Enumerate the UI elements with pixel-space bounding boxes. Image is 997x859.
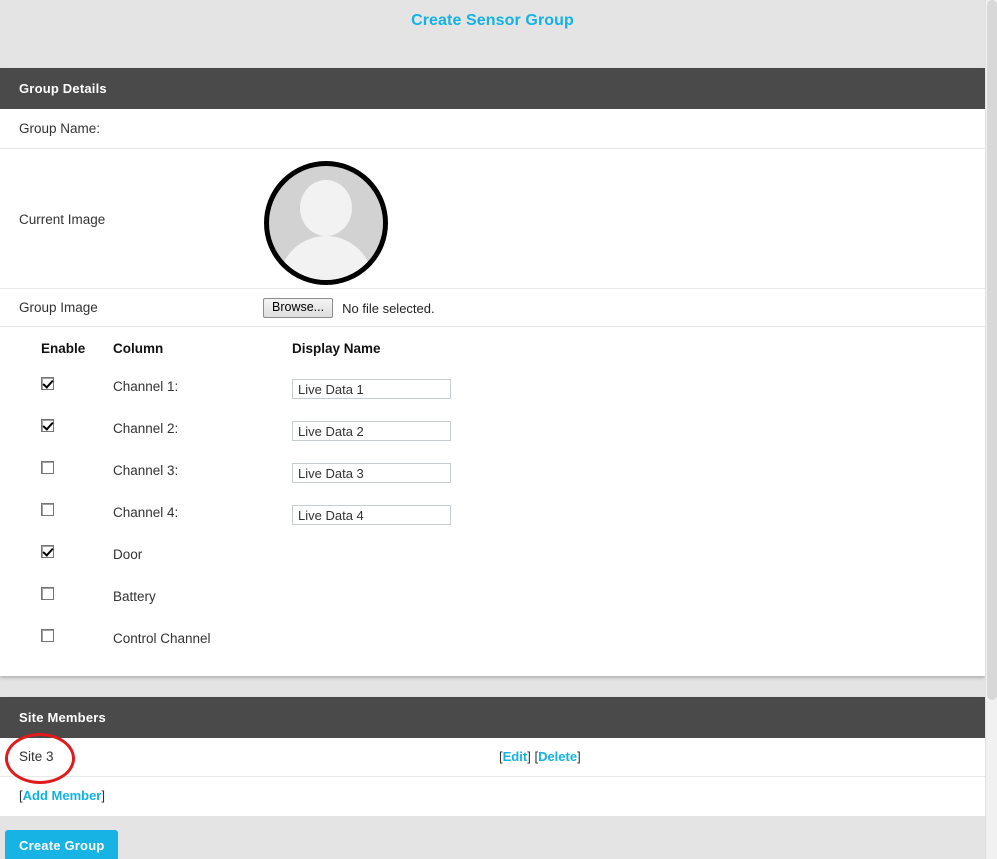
enable-checkbox[interactable] — [41, 503, 54, 516]
enable-cell — [41, 377, 54, 395]
file-upload-control: Browse... No file selected. — [263, 298, 435, 318]
footer-bar: Create Group — [0, 816, 985, 859]
browse-button[interactable]: Browse... — [263, 298, 334, 318]
vertical-scrollbar[interactable] — [985, 0, 997, 859]
channel-row: Channel 1: — [0, 371, 985, 413]
group-name-row: Group Name: — [0, 109, 985, 149]
group-image-row: Group Image Browse... No file selected. — [0, 289, 985, 327]
channels-table: Enable Column Display Name Channel 1:Cha… — [0, 327, 985, 665]
bracket-close-delete: ] — [577, 749, 581, 764]
display-name-input[interactable] — [292, 421, 451, 441]
channel-row: Control Channel — [0, 623, 985, 665]
channel-row: Battery — [0, 581, 985, 623]
enable-checkbox[interactable] — [41, 545, 54, 558]
bracket-close-add: ] — [101, 788, 105, 803]
enable-cell — [41, 629, 54, 647]
column-label: Channel 1: — [113, 379, 179, 394]
table-row: Site 3 [Edit] [Delete] — [0, 738, 985, 777]
delete-member-link[interactable]: Delete — [538, 749, 577, 764]
group-details-header: Group Details — [0, 68, 985, 109]
edit-member-link[interactable]: Edit — [503, 749, 528, 764]
vertical-scrollbar-thumb[interactable] — [987, 0, 997, 700]
page-title: Create Sensor Group — [411, 12, 574, 29]
display-name-input[interactable] — [292, 379, 451, 399]
channels-table-body: Channel 1: Channel 2: Channel 3: Channel 4:… — [0, 371, 985, 665]
header-column: Column — [113, 341, 164, 356]
column-label: Channel 4: — [113, 505, 179, 520]
group-name-label: Group Name: — [19, 121, 101, 136]
column-label: Control Channel — [113, 631, 211, 646]
channel-row: Channel 3: — [0, 455, 985, 497]
avatar-head-shape — [300, 180, 352, 236]
top-title-bar: Create Sensor Group — [0, 0, 985, 66]
enable-checkbox[interactable] — [41, 587, 54, 600]
display-name-input[interactable] — [292, 463, 451, 483]
column-label: Door — [113, 547, 143, 562]
member-name: Site 3 — [19, 749, 54, 764]
current-image-label: Current Image — [19, 212, 106, 227]
enable-checkbox[interactable] — [41, 419, 54, 432]
display-name-input[interactable] — [292, 505, 451, 525]
group-details-panel: Group Details Group Name: Current Image … — [0, 68, 985, 676]
enable-checkbox[interactable] — [41, 461, 54, 474]
current-image-row: Current Image — [0, 149, 985, 289]
user-avatar-placeholder-icon — [264, 161, 388, 285]
add-member-link[interactable]: Add Member — [23, 788, 102, 803]
header-enable: Enable — [41, 341, 86, 356]
enable-cell — [41, 419, 54, 437]
channels-table-header: Enable Column Display Name — [0, 341, 985, 371]
channel-row: Door — [0, 539, 985, 581]
file-status-text: No file selected. — [342, 300, 435, 316]
enable-cell — [41, 587, 54, 605]
member-actions: [Edit] [Delete] — [499, 749, 581, 764]
group-details-header-label: Group Details — [19, 81, 107, 96]
enable-cell — [41, 503, 54, 521]
add-member-row: [Add Member] — [0, 777, 985, 815]
column-label: Channel 2: — [113, 421, 179, 436]
header-display-name: Display Name — [292, 341, 381, 356]
column-label: Channel 3: — [113, 463, 179, 478]
enable-cell — [41, 545, 54, 563]
column-label: Battery — [113, 589, 156, 604]
channel-row: Channel 2: — [0, 413, 985, 455]
create-group-button[interactable]: Create Group — [5, 830, 119, 859]
group-image-label: Group Image — [19, 300, 98, 315]
enable-cell — [41, 461, 54, 479]
bracket-close-edit: ] — [527, 749, 531, 764]
site-members-header-label: Site Members — [19, 710, 106, 725]
site-members-panel: Site Members Site 3 [Edit] [Delete] [Add… — [0, 697, 985, 816]
enable-checkbox[interactable] — [41, 377, 54, 390]
channel-row: Channel 4: — [0, 497, 985, 539]
enable-checkbox[interactable] — [41, 629, 54, 642]
avatar-body-shape — [279, 236, 373, 280]
add-member-wrapper: [Add Member] — [19, 788, 105, 803]
page-root: Create Sensor Group Group Details Group … — [0, 0, 997, 859]
site-members-header: Site Members — [0, 697, 985, 738]
